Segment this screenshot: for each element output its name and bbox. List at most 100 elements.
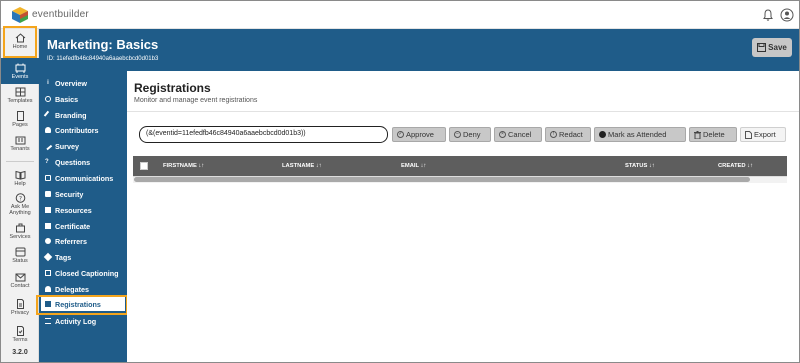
- column-email[interactable]: EMAIL ↓↑: [401, 163, 426, 169]
- nav-label: Security: [55, 189, 84, 199]
- brand-name: eventbuilder: [32, 9, 89, 20]
- column-firstname[interactable]: FIRSTNAME ↓↑: [163, 163, 204, 169]
- rail-item-pages[interactable]: Pages: [1, 111, 39, 128]
- nav-item-activity-log[interactable]: Activity Log: [41, 314, 125, 328]
- nav-item-closed-captioning[interactable]: Closed Captioning: [41, 266, 125, 280]
- redact-button[interactable]: ! Redact: [545, 127, 591, 142]
- tag-icon: [43, 252, 53, 262]
- column-label: EMAIL: [401, 163, 419, 169]
- terms-icon: [16, 326, 24, 336]
- nav-item-referrers[interactable]: Referrers: [41, 234, 125, 248]
- sort-icon: ↓↑: [747, 163, 754, 169]
- nav-label: Activity Log: [55, 316, 97, 326]
- column-label: STATUS: [625, 163, 648, 169]
- scrollbar-thumb[interactable]: [134, 177, 750, 182]
- nav-item-contributors[interactable]: Contributors: [41, 123, 125, 137]
- save-button[interactable]: Save: [752, 38, 792, 57]
- rail-label: Status: [12, 258, 28, 264]
- table-header: FIRSTNAME ↓↑ LASTNAME ↓↑ EMAIL ↓↑ STATUS…: [133, 156, 787, 176]
- export-label: Export: [754, 130, 776, 139]
- global-rail: Home Events Templates Pages Tenants Help…: [1, 29, 39, 362]
- certificate-icon: [45, 223, 51, 229]
- people-icon: [45, 127, 51, 133]
- approve-button[interactable]: ✓ Approve: [392, 127, 446, 142]
- rail-item-services[interactable]: Services: [1, 223, 39, 240]
- rail-item-events[interactable]: Events: [1, 58, 39, 84]
- save-label: Save: [768, 43, 787, 52]
- bell-icon[interactable]: [761, 8, 775, 22]
- account-icon[interactable]: [780, 8, 794, 22]
- filter-input[interactable]: (&(eventid=11efedfb46c84940a6aaebcbcd0d0…: [139, 126, 388, 143]
- status-icon: [15, 247, 25, 257]
- deny-button[interactable]: − Deny: [449, 127, 491, 142]
- nav-item-basics[interactable]: Basics: [41, 92, 125, 106]
- rail-label: Services: [9, 234, 31, 240]
- rail-item-tenants[interactable]: Tenants: [1, 135, 39, 152]
- list-icon: [45, 318, 51, 324]
- sort-icon: ↓↑: [648, 163, 655, 169]
- nav-item-tags[interactable]: Tags: [41, 250, 125, 264]
- nav-label: Resources: [55, 205, 92, 215]
- event-header: Marketing: Basics ID: 11efedfb46c84940a6…: [39, 29, 799, 71]
- rail-item-help[interactable]: Help: [1, 170, 39, 187]
- sort-icon: ↓↑: [198, 163, 205, 169]
- rail-item-status[interactable]: Status: [1, 247, 39, 264]
- event-id: ID: 11efedfb46c84940a6aaebcbcd0d01b3: [47, 56, 159, 62]
- app-window: eventbuilder Home Events Templates Pages: [0, 0, 800, 363]
- registrations-panel: Registrations Monitor and manage event r…: [127, 71, 799, 362]
- nav-item-survey[interactable]: Survey: [41, 139, 125, 153]
- page-title: Registrations: [134, 81, 211, 95]
- rail-item-ask-me-anything[interactable]: ? Ask Me Anything: [1, 193, 39, 216]
- cancel-button[interactable]: × Cancel: [494, 127, 542, 142]
- comm-icon: [45, 175, 51, 181]
- edit-icon: [43, 141, 53, 151]
- rail-divider: [6, 161, 34, 162]
- nav-label: Questions: [55, 157, 91, 167]
- approve-label: Approve: [406, 130, 434, 139]
- app-version: 3.2.0: [12, 349, 28, 356]
- lock-icon: [45, 191, 51, 197]
- nav-item-security[interactable]: Security: [41, 187, 125, 201]
- nav-label: Contributors: [55, 125, 99, 135]
- nav-item-resources[interactable]: Resources: [41, 203, 125, 217]
- export-button[interactable]: Export: [740, 127, 786, 142]
- sort-icon: ↓↑: [315, 163, 322, 169]
- column-created[interactable]: CREATED ↓↑: [718, 163, 753, 169]
- column-status[interactable]: STATUS ↓↑: [625, 163, 655, 169]
- trash-icon: [694, 130, 701, 139]
- nav-label: Delegates: [55, 284, 89, 294]
- question-icon: ?: [45, 159, 49, 165]
- x-circle-icon: ×: [499, 131, 506, 138]
- delete-button[interactable]: Delete: [689, 127, 737, 142]
- nav-label: Certificate: [55, 221, 91, 231]
- nav-item-branding[interactable]: Branding: [41, 108, 125, 122]
- rail-item-templates[interactable]: Templates: [1, 87, 39, 104]
- nav-label: Overview: [55, 78, 87, 88]
- document-icon: [745, 130, 752, 139]
- column-lastname[interactable]: LASTNAME ↓↑: [282, 163, 322, 169]
- top-bar: eventbuilder: [1, 1, 799, 29]
- rail-item-contact[interactable]: Contact: [1, 272, 39, 289]
- contact-icon: [15, 273, 25, 282]
- check-circle-icon: ✓: [397, 131, 404, 138]
- help-icon: [15, 170, 25, 180]
- rail-item-privacy[interactable]: Privacy: [1, 299, 39, 316]
- eventbuilder-logo-icon[interactable]: [11, 6, 29, 24]
- mark-attended-button[interactable]: Mark as Attended: [594, 127, 686, 142]
- question-icon: ?: [15, 193, 25, 203]
- select-all-checkbox[interactable]: [140, 162, 148, 170]
- rail-label: Events: [11, 74, 29, 80]
- events-highlight: [3, 26, 37, 58]
- tenants-icon: [15, 136, 25, 145]
- delete-label: Delete: [703, 130, 725, 139]
- nav-label: Tags: [55, 252, 72, 262]
- nav-item-overview[interactable]: i Overview: [41, 76, 125, 90]
- nav-item-communications[interactable]: Communications: [41, 171, 125, 185]
- sort-icon: ↓↑: [420, 163, 427, 169]
- nav-item-certificate[interactable]: Certificate: [41, 219, 125, 233]
- rail-label: Contact: [10, 283, 30, 289]
- nav-label: Referrers: [55, 236, 87, 246]
- rail-item-terms[interactable]: Terms: [1, 326, 39, 343]
- nav-item-questions[interactable]: ? Questions: [41, 155, 125, 169]
- nav-item-delegates[interactable]: Delegates: [41, 282, 125, 296]
